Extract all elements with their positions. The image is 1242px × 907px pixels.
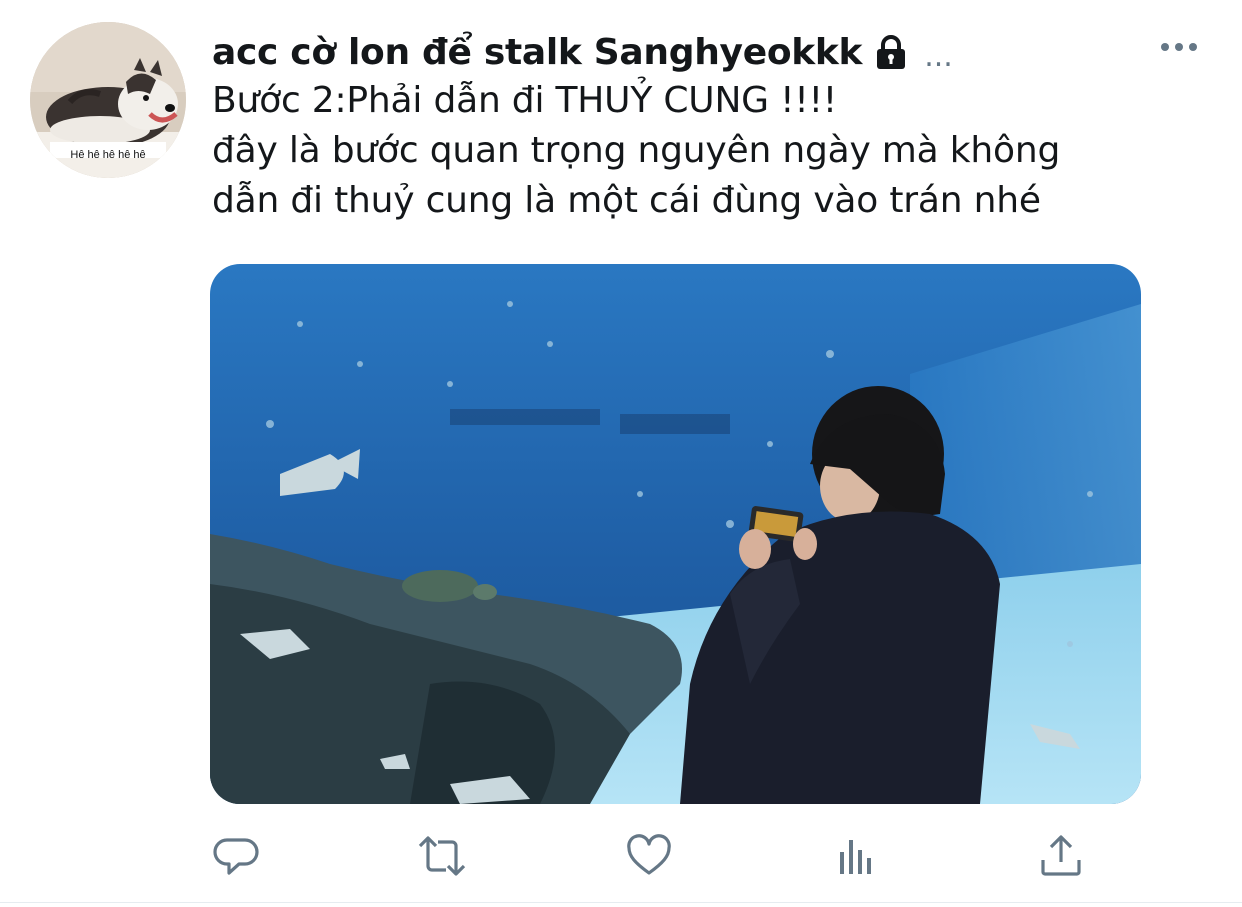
lock-icon (874, 34, 908, 70)
tweet-text-line: đây là bước quan trọng nguyên ngày mà kh… (212, 130, 1061, 171)
tweet-text: Bước 2:Phải dẫn đi THUỶ CUNG !!!! đây là… (212, 76, 1172, 226)
bar-chart-icon (840, 840, 871, 874)
handle-truncated: ... (924, 38, 953, 74)
heart-icon (627, 834, 671, 875)
tweet-actions (0, 826, 1242, 886)
reply-button[interactable] (207, 826, 267, 886)
tweet-header: acc cờ lon để stalk Sanghyeokkk ... (212, 26, 953, 78)
divider (0, 902, 1242, 903)
tweet-media-image[interactable] (210, 264, 1141, 804)
analytics-button[interactable] (826, 826, 886, 886)
share-upload-icon (1041, 835, 1081, 876)
speech-bubble-icon (213, 838, 259, 875)
avatar-caption: Hê hê hê hê hê (70, 149, 146, 161)
tweet-text-line: Bước 2:Phải dẫn đi THUỶ CUNG !!!! (212, 80, 838, 121)
avatar[interactable]: Hê hê hê hê hê (30, 22, 186, 178)
tweet: Hê hê hê hê hê acc cờ lon để stalk Sangh… (0, 0, 1242, 907)
more-dots-icon (1161, 43, 1197, 51)
more-options-button[interactable] (1156, 32, 1202, 62)
like-button[interactable] (619, 826, 679, 886)
tweet-text-line: dẫn đi thuỷ cung là một cái đùng vào trá… (212, 180, 1041, 221)
retweet-button[interactable] (412, 826, 472, 886)
share-button[interactable] (1031, 826, 1091, 886)
retweet-arrows-icon (418, 836, 466, 876)
display-name[interactable]: acc cờ lon để stalk Sanghyeokkk (212, 32, 863, 73)
aquarium-photo (210, 264, 1141, 804)
